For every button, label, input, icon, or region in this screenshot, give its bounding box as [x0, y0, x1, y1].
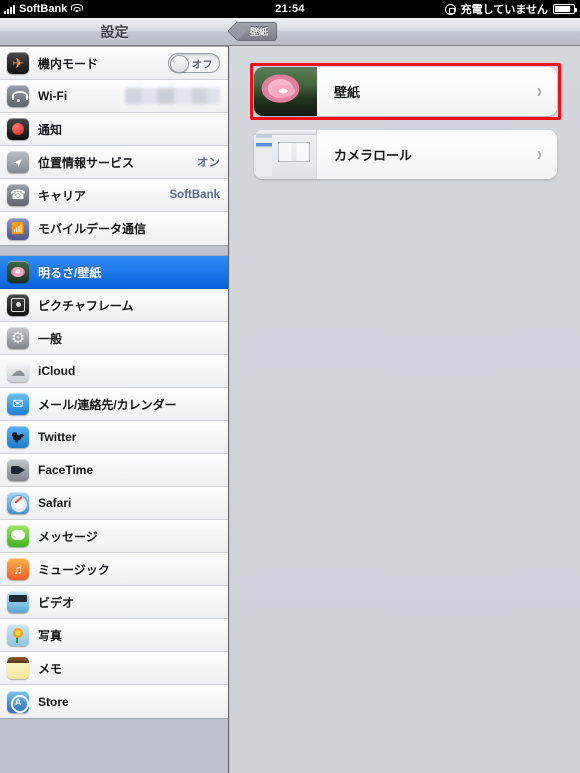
music-icon	[7, 558, 29, 580]
sidebar-item-label: メッセージ	[38, 529, 98, 544]
sidebar-item-twitter[interactable]: Twitter	[0, 421, 228, 454]
store-icon	[7, 690, 29, 713]
sidebar-group-1: 機内モード オフ Wi-Fi 通知位置情報サービス オンキャリア SoftBank モバイル…	[0, 46, 228, 246]
sidebar-item-label: モバイルデータ通信	[38, 222, 147, 236]
facetime-icon	[7, 459, 29, 481]
sidebar-item-facetime[interactable]: FaceTime	[0, 454, 228, 487]
picture-frame-icon	[7, 294, 29, 316]
sidebar-item-notifications[interactable]: 通知	[0, 113, 228, 146]
sidebar-item-location[interactable]: 位置情報サービス オン	[0, 146, 228, 179]
sidebar-item-label: Wi-Fi	[38, 89, 68, 103]
sidebar-item-label: ピクチャフレーム	[38, 298, 134, 313]
battery-status-text: 充電していません	[460, 4, 548, 16]
sidebar-item-label: Store	[38, 694, 69, 709]
sidebar-item-label: 機内モード	[38, 56, 99, 71]
sidebar-item-label: ビデオ	[38, 595, 75, 610]
wallpaper-detail-pane: 壁紙 › カメラロール ›	[230, 46, 580, 773]
redacted-wifi-network-value	[125, 88, 220, 104]
notes-icon	[7, 657, 29, 679]
camera-roll-screenshot-thumbnail	[254, 130, 317, 179]
brightness-wallpaper-icon	[7, 261, 29, 283]
sidebar-item-label: キャリア	[38, 188, 87, 203]
sidebar-item-label: 写真	[38, 628, 63, 643]
video-icon	[7, 591, 29, 613]
sidebar-item-label: FaceTime	[38, 463, 94, 477]
photos-icon	[7, 624, 29, 646]
sidebar-item-music[interactable]: ミュージック	[0, 553, 228, 586]
detail-navbar: 壁紙	[229, 18, 580, 46]
battery-icon	[553, 4, 577, 14]
ipad-settings-screen: SoftBank 21:54 充電していません 設定 壁紙 機内モード オフ Wi-…	[0, 0, 580, 773]
sidebar-item-label: 通知	[38, 122, 63, 137]
safari-icon	[7, 492, 29, 514]
list-item-camera-roll[interactable]: カメラロール ›	[254, 130, 557, 179]
sidebar-item-label: Safari	[38, 496, 72, 510]
sidebar-item-photos[interactable]: 写真	[0, 619, 228, 652]
icloud-icon	[7, 360, 29, 382]
general-gear-icon	[7, 327, 29, 349]
sidebar-item-wifi[interactable]: Wi-Fi	[0, 80, 228, 113]
sidebar-item-label: ミュージック	[38, 562, 110, 577]
sidebar-item-mail[interactable]: メール/連絡先/カレンダー	[0, 388, 228, 421]
sidebar-item-notes[interactable]: メモ	[0, 652, 228, 685]
sidebar-item-label: 明るさ/壁紙	[38, 265, 102, 280]
mail-icon	[7, 393, 29, 415]
sidebar-item-video[interactable]: ビデオ	[0, 586, 228, 619]
toggle-label: オフ	[192, 59, 213, 71]
chevron-right-icon: ›	[537, 143, 542, 166]
sidebar-item-icloud[interactable]: iCloud	[0, 355, 228, 388]
camera-roll-card: カメラロール ›	[254, 130, 557, 179]
airplane-mode-toggle[interactable]: オフ	[168, 53, 220, 73]
location-icon	[7, 151, 29, 173]
sidebar-item-brightness-wallpaper[interactable]: 明るさ/壁紙	[0, 256, 228, 289]
status-bar: SoftBank 21:54 充電していません	[0, 0, 580, 18]
sidebar-item-messages[interactable]: メッセージ	[0, 520, 228, 553]
list-item-label: カメラロール	[334, 148, 413, 163]
rotation-lock-icon	[444, 3, 456, 15]
cellular-icon	[7, 217, 29, 240]
lotus-flower-thumbnail	[254, 67, 317, 116]
sidebar-group-2: 明るさ/壁紙ピクチャフレーム一般 iCloud メール/連絡先/カレンダー Twitt…	[0, 255, 228, 719]
list-item-wallpaper[interactable]: 壁紙 ›	[254, 67, 557, 116]
sidebar-item-general-gear[interactable]: 一般	[0, 322, 228, 355]
notifications-icon	[7, 118, 29, 140]
sidebar-item-label: メモ	[38, 661, 63, 676]
wallpaper-card: 壁紙 ›	[254, 67, 557, 116]
sidebar-item-label: 一般	[38, 331, 63, 346]
settings-navbar: 設定	[0, 18, 229, 46]
sidebar-item-label: iCloud	[38, 364, 76, 378]
sidebar-item-picture-frame[interactable]: ピクチャフレーム	[0, 289, 228, 322]
sidebar-item-carrier-phone[interactable]: キャリア SoftBank	[0, 179, 228, 212]
sidebar-item-value: オン	[197, 157, 220, 169]
sidebar-item-store[interactable]: Store	[0, 685, 228, 718]
sidebar-item-label: メール/連絡先/カレンダー	[38, 397, 177, 412]
carrier-phone-icon	[7, 184, 29, 206]
back-button[interactable]: 壁紙	[236, 22, 278, 41]
sidebar-item-value: SoftBank	[169, 189, 220, 201]
chevron-right-icon: ›	[537, 80, 542, 103]
list-item-label: 壁紙	[334, 85, 361, 100]
airplane-icon	[7, 52, 29, 74]
sidebar-item-safari[interactable]: Safari	[0, 487, 228, 520]
wifi-icon	[7, 85, 29, 107]
sidebar-item-airplane[interactable]: 機内モード オフ	[0, 47, 228, 80]
settings-sidebar[interactable]: 機内モード オフ Wi-Fi 通知位置情報サービス オンキャリア SoftBank モバイル…	[0, 46, 229, 773]
sidebar-item-label: 位置情報サービス	[38, 155, 135, 170]
twitter-icon	[7, 426, 29, 448]
status-bar-right: 充電していません	[444, 1, 577, 17]
sidebar-item-label: Twitter	[38, 430, 77, 444]
page-title: 設定	[100, 23, 129, 40]
messages-icon	[7, 525, 29, 547]
sidebar-item-cellular[interactable]: モバイルデータ通信	[0, 212, 228, 245]
